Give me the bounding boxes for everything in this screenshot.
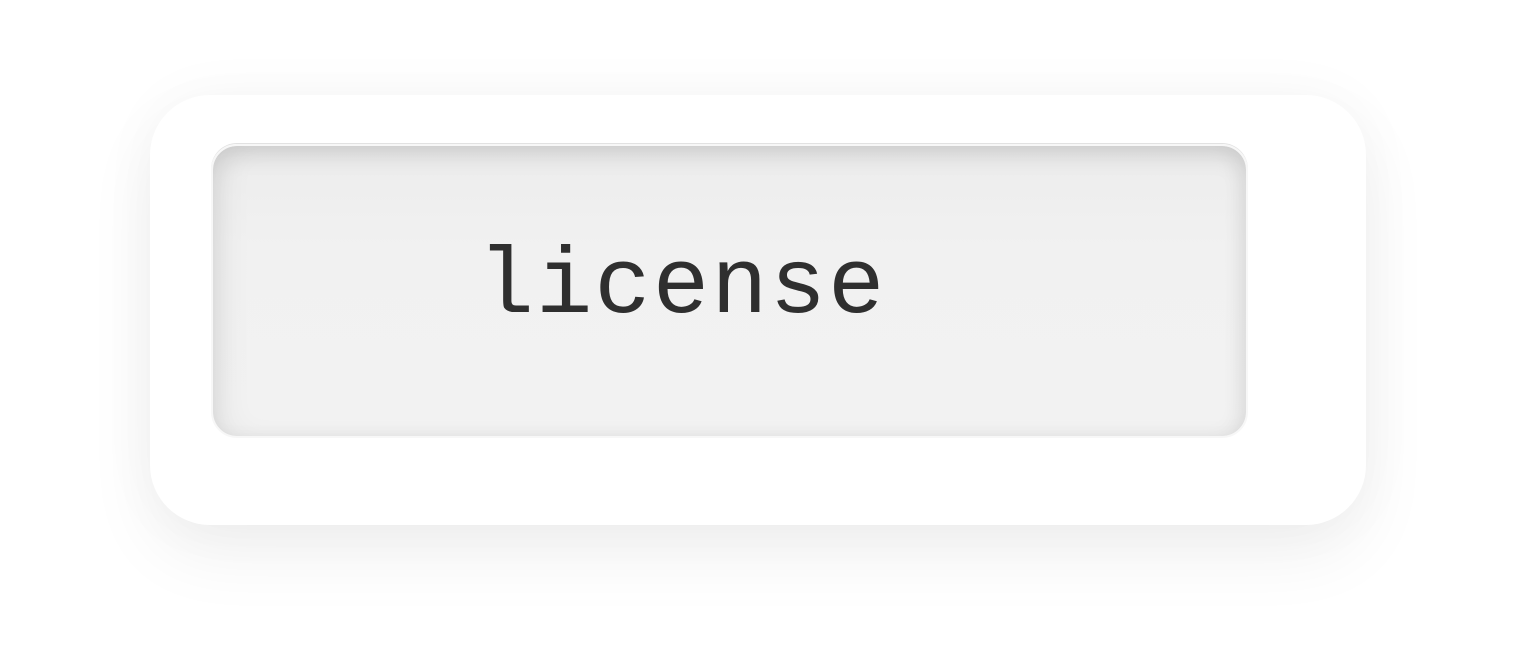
license-field[interactable]: license <box>211 144 1248 438</box>
license-field-text: license <box>477 235 887 341</box>
canvas: license <box>0 0 1516 647</box>
